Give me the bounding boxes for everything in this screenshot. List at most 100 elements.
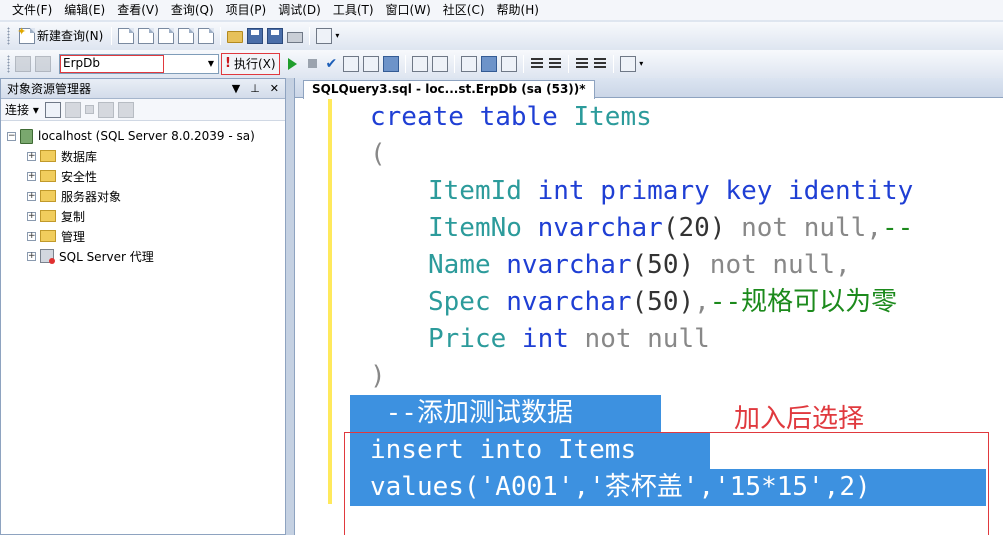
menu-edit[interactable]: 编辑(E) [58, 0, 111, 20]
results-to-text-icon[interactable] [461, 55, 478, 72]
code-token: int [521, 324, 569, 354]
open-folder-icon[interactable] [227, 30, 244, 43]
object-explorer-panel: 对象资源管理器 ▼ ⊥ ✕ 连接 ▾ − localhost (SQL Serv… [0, 78, 286, 535]
new-query-button[interactable]: 新建查询(N) [13, 25, 107, 47]
dmx-query-icon[interactable] [158, 27, 175, 44]
folder-icon [40, 170, 56, 182]
code-line-3: ItemId int primary key identity [428, 173, 913, 210]
include-plan-icon[interactable] [412, 55, 429, 72]
decrease-indent-icon[interactable] [576, 57, 589, 70]
parse-check-icon[interactable]: ✔ [326, 56, 338, 72]
panel-splitter[interactable] [286, 78, 294, 535]
menu-view[interactable]: 查看(V) [111, 0, 165, 20]
comment-lines-icon[interactable] [531, 57, 544, 70]
sql-editor-toolbar: ErpDb ▼ ! 执行(X) ✔ ▾ [0, 50, 1003, 77]
save-icon[interactable] [247, 27, 264, 44]
tree-node-label: 管理 [61, 229, 86, 244]
results-to-grid-icon[interactable] [481, 55, 498, 72]
disconnect-server-icon[interactable] [64, 101, 81, 118]
print-icon[interactable] [287, 31, 304, 43]
database-select[interactable]: ErpDb ▼ [59, 53, 219, 74]
toolbar-separator [568, 54, 570, 73]
code-token: nvarchar [506, 250, 632, 280]
display-plan-icon[interactable] [343, 55, 360, 72]
code-line-6: Spec nvarchar(50),--规格可以为零 [428, 284, 897, 321]
selected-comment-line: --添加测试数据 [370, 398, 589, 428]
stop-icon[interactable] [307, 59, 317, 68]
code-token: , [694, 287, 710, 317]
expand-icon[interactable]: + [27, 191, 36, 201]
tree-node-server-objects[interactable]: + 服务器对象 [7, 186, 285, 206]
toolbar-separator [405, 54, 407, 73]
menu-tools[interactable]: 工具(T) [327, 0, 380, 20]
menu-debug[interactable]: 调试(D) [272, 0, 327, 20]
folder-icon [40, 210, 56, 222]
expand-icon[interactable]: + [27, 231, 36, 241]
code-line-7: Price int not null [428, 321, 710, 358]
filter-icon[interactable] [97, 101, 114, 118]
client-stats-icon[interactable] [432, 55, 449, 72]
uncomment-lines-icon[interactable] [549, 57, 562, 70]
menu-file[interactable]: 文件(F) [6, 0, 58, 20]
connect-icon[interactable] [15, 55, 31, 72]
tree-node-server[interactable]: − localhost (SQL Server 8.0.2039 - sa) [7, 126, 285, 146]
annotation-text: 加入后选择 [734, 404, 865, 434]
changed-lines-marker [328, 99, 332, 504]
document-tabstrip: SQLQuery3.sql - loc...st.ErpDb (sa (53))… [295, 78, 1003, 99]
tree-node-sql-agent[interactable]: + SQL Server 代理 [7, 246, 285, 266]
specify-values-icon[interactable] [620, 55, 637, 72]
new-file-icon[interactable] [118, 27, 135, 44]
disconnect-icon[interactable] [35, 55, 51, 72]
toolbar-grip[interactable] [7, 54, 10, 73]
connect-server-icon[interactable] [44, 101, 61, 118]
menu-project[interactable]: 项目(P) [220, 0, 273, 20]
refresh-icon[interactable] [117, 101, 134, 118]
window-position-icon[interactable]: ▼ [232, 82, 240, 95]
code-token: (50) [631, 287, 695, 317]
code-token: ( [370, 139, 386, 169]
tree-node-databases[interactable]: + 数据库 [7, 146, 285, 166]
code-token: (50) [631, 250, 695, 280]
xmla-query-icon[interactable] [178, 27, 195, 44]
results-to-file-icon[interactable] [501, 55, 518, 72]
analysis-query-icon[interactable] [198, 27, 215, 44]
toolbar-overflow-icon[interactable]: ▾ [639, 59, 643, 68]
activity-monitor-icon[interactable] [316, 27, 333, 44]
execute-button[interactable]: ! 执行(X) [221, 52, 280, 75]
tree-node-replication[interactable]: + 复制 [7, 206, 285, 226]
save-all-icon[interactable] [267, 27, 284, 44]
tab-sqlquery3[interactable]: SQLQuery3.sql - loc...st.ErpDb (sa (53))… [303, 80, 595, 99]
tree-node-management[interactable]: + 管理 [7, 226, 285, 246]
menu-window[interactable]: 窗口(W) [380, 0, 437, 20]
tree-node-label: 复制 [61, 209, 86, 224]
close-icon[interactable]: ✕ [270, 82, 279, 95]
stop-icon[interactable] [84, 105, 94, 114]
code-token: --规格可以为零 [709, 287, 898, 317]
toolbar-grip[interactable] [7, 26, 10, 45]
collapse-icon[interactable]: − [7, 131, 16, 141]
sql-editor[interactable]: create table Items ( ItemId int primary … [295, 99, 1003, 535]
expand-icon[interactable]: + [27, 151, 36, 161]
expand-icon[interactable]: + [27, 211, 36, 221]
menu-help[interactable]: 帮助(H) [491, 0, 545, 20]
debug-play-icon[interactable] [287, 57, 297, 70]
increase-indent-icon[interactable] [594, 57, 607, 70]
code-token: Price [428, 324, 522, 354]
query-designer-icon[interactable] [363, 55, 380, 72]
code-token: ) [370, 361, 386, 391]
toolbar-overflow-icon[interactable]: ▾ [335, 31, 339, 40]
menu-community[interactable]: 社区(C) [437, 0, 491, 20]
tree-node-security[interactable]: + 安全性 [7, 166, 285, 186]
mdx-query-icon[interactable] [138, 27, 155, 44]
menu-query[interactable]: 查询(Q) [165, 0, 220, 20]
results-grid-icon[interactable] [383, 55, 400, 72]
execute-icon: ! [225, 56, 231, 71]
expand-icon[interactable]: + [27, 251, 36, 261]
toolbar-separator [523, 54, 525, 73]
expand-icon[interactable]: + [27, 171, 36, 181]
connect-button[interactable]: 连接 ▾ [5, 101, 39, 118]
toolbar-separator [309, 26, 311, 45]
object-tree: − localhost (SQL Server 8.0.2039 - sa) +… [1, 121, 285, 266]
editor-gutter [295, 99, 328, 535]
pin-icon[interactable]: ⊥ [250, 82, 260, 95]
